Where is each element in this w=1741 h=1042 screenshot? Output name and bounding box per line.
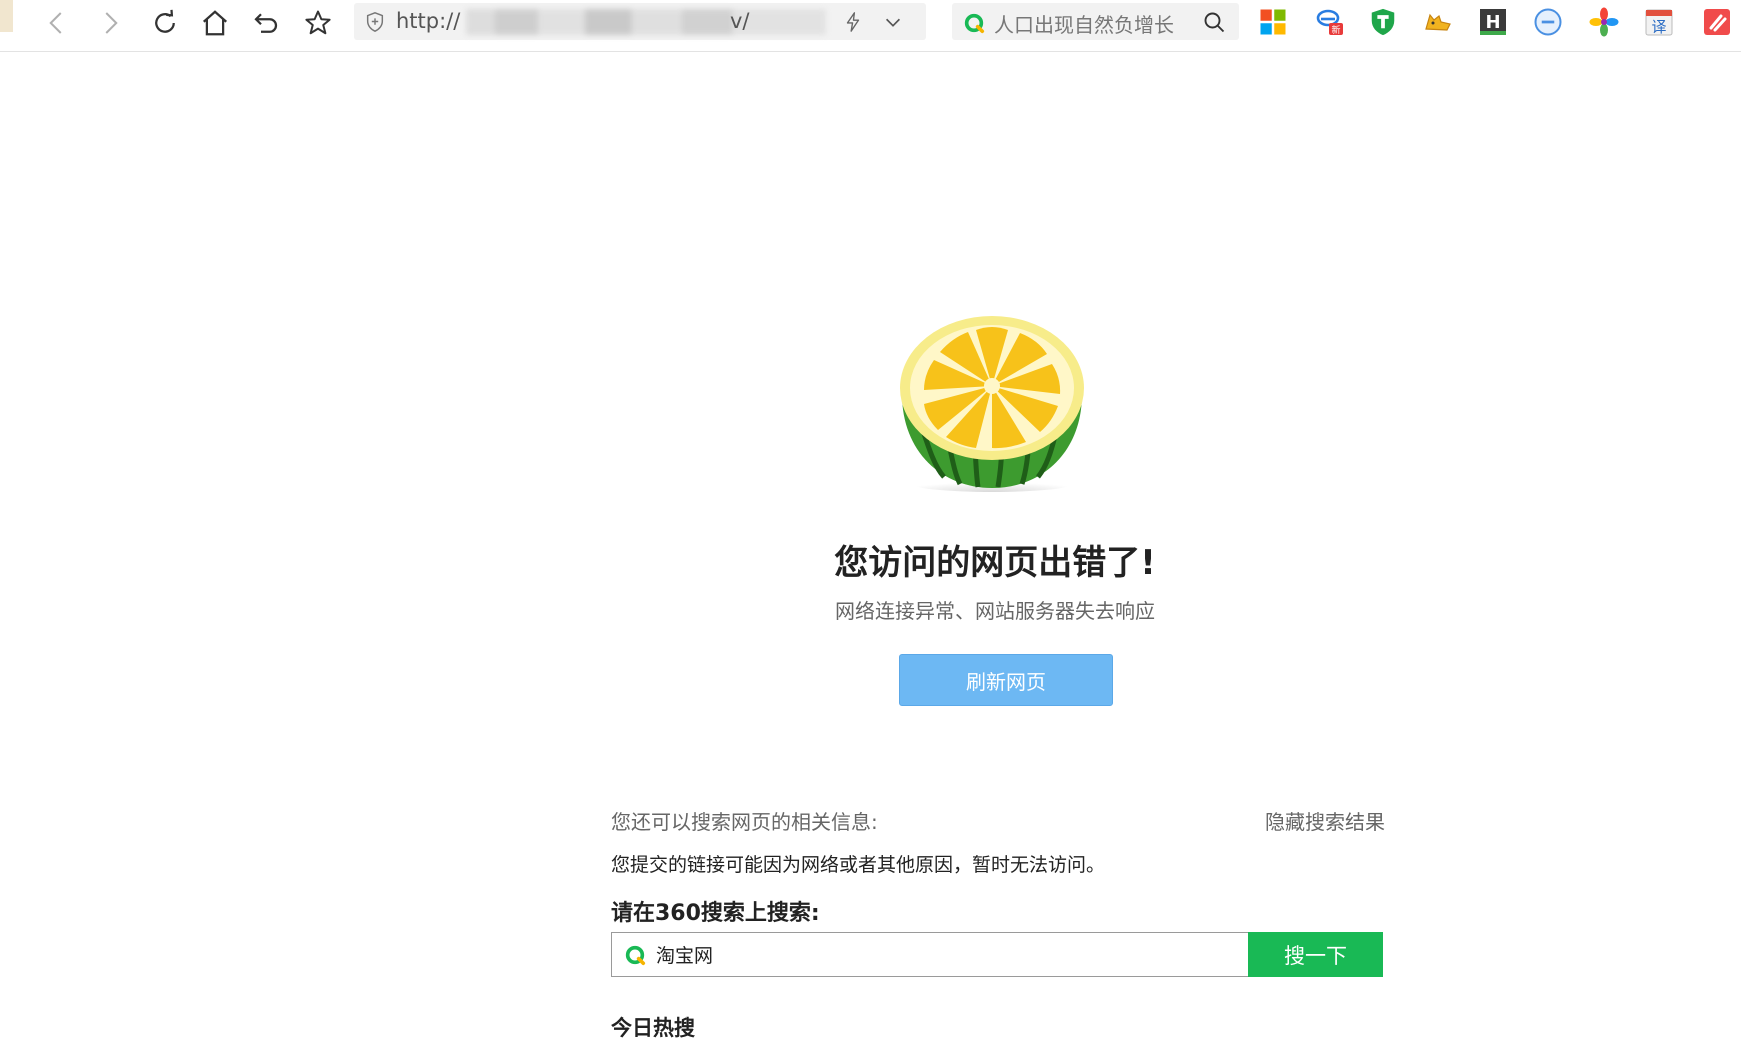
search-button[interactable]: 搜一下: [1248, 932, 1383, 977]
broom-icon: [1704, 9, 1730, 35]
chevron-down-icon[interactable]: [882, 11, 904, 33]
search-form: 搜一下: [611, 932, 1383, 977]
extension-translate[interactable]: 译: [1642, 5, 1676, 39]
star-icon: [305, 10, 331, 35]
search-engine-logo-icon: [625, 945, 646, 966]
extension-h[interactable]: H: [1476, 5, 1510, 39]
extension-photos[interactable]: [1587, 5, 1621, 39]
error-title: 您访问的网页出错了!: [834, 543, 1156, 583]
news-badge-text: 新: [1331, 24, 1340, 36]
error-subtitle: 网络连接异常、网站服务器失去响应: [835, 599, 1155, 623]
pinwheel-icon: [1589, 7, 1619, 37]
extension-shield[interactable]: [1366, 5, 1400, 39]
cat-icon: [1425, 13, 1451, 31]
translate-icon: 译: [1645, 9, 1673, 36]
refresh-page-button[interactable]: 刷新网页: [899, 654, 1113, 706]
extension-minus[interactable]: [1531, 5, 1565, 39]
extension-apps[interactable]: [1256, 5, 1290, 39]
forward-button[interactable]: [92, 5, 128, 41]
error-reason-text: 您提交的链接可能因为网络或者其他原因，暂时无法访问。: [611, 854, 1106, 876]
reload-button[interactable]: [147, 5, 183, 41]
bookmark-button[interactable]: [300, 5, 336, 41]
undo-close-tab-button[interactable]: [248, 5, 284, 41]
translate-text: 译: [1651, 18, 1666, 36]
home-icon: [203, 10, 227, 36]
browser-search-box[interactable]: 人口出现自然负增长: [952, 3, 1239, 40]
extension-cat[interactable]: [1421, 5, 1455, 39]
extension-news[interactable]: 新: [1313, 5, 1347, 39]
lightning-icon[interactable]: [842, 11, 864, 33]
green-shield-icon: [1371, 8, 1395, 36]
url-redacted-blur: [466, 9, 826, 35]
news-cloud-icon: 新: [1316, 9, 1343, 36]
lemon-watermelon-illustration: [900, 316, 1084, 492]
search-icon[interactable]: [1202, 10, 1226, 34]
h-letter-icon: H: [1480, 9, 1506, 35]
url-prefix: http://: [396, 9, 461, 33]
minus-circle-icon: [1534, 8, 1562, 36]
h-letter-text: H: [1485, 12, 1500, 33]
windows-grid-icon: [1260, 9, 1286, 35]
search-on-360-label: 请在360搜索上搜索:: [611, 901, 820, 926]
chevron-right-icon: [105, 12, 118, 34]
hide-search-results-link[interactable]: 隐藏搜索结果: [1265, 806, 1385, 835]
shield-icon[interactable]: [364, 11, 386, 33]
reload-icon: [155, 9, 175, 33]
search-engine-logo-icon: [964, 13, 985, 34]
back-button[interactable]: [39, 5, 75, 41]
browser-toolbar: http:// v/ 人口出现自然负增长 新 H 译: [0, 0, 1741, 52]
window-corner-tab: [0, 0, 13, 32]
hot-searches-heading: 今日热搜: [611, 1016, 695, 1040]
address-bar[interactable]: http:// v/: [354, 3, 926, 40]
chevron-left-icon: [49, 12, 62, 34]
home-button[interactable]: [197, 5, 233, 41]
search-query: 人口出现自然负增长: [994, 13, 1174, 37]
undo-icon: [254, 13, 278, 33]
url-suffix: v/: [730, 9, 750, 33]
search-input[interactable]: [656, 939, 1236, 969]
search-input-wrapper[interactable]: [611, 932, 1249, 977]
related-info-label: 您还可以搜索网页的相关信息:: [611, 810, 878, 834]
extension-clean[interactable]: [1700, 5, 1734, 39]
